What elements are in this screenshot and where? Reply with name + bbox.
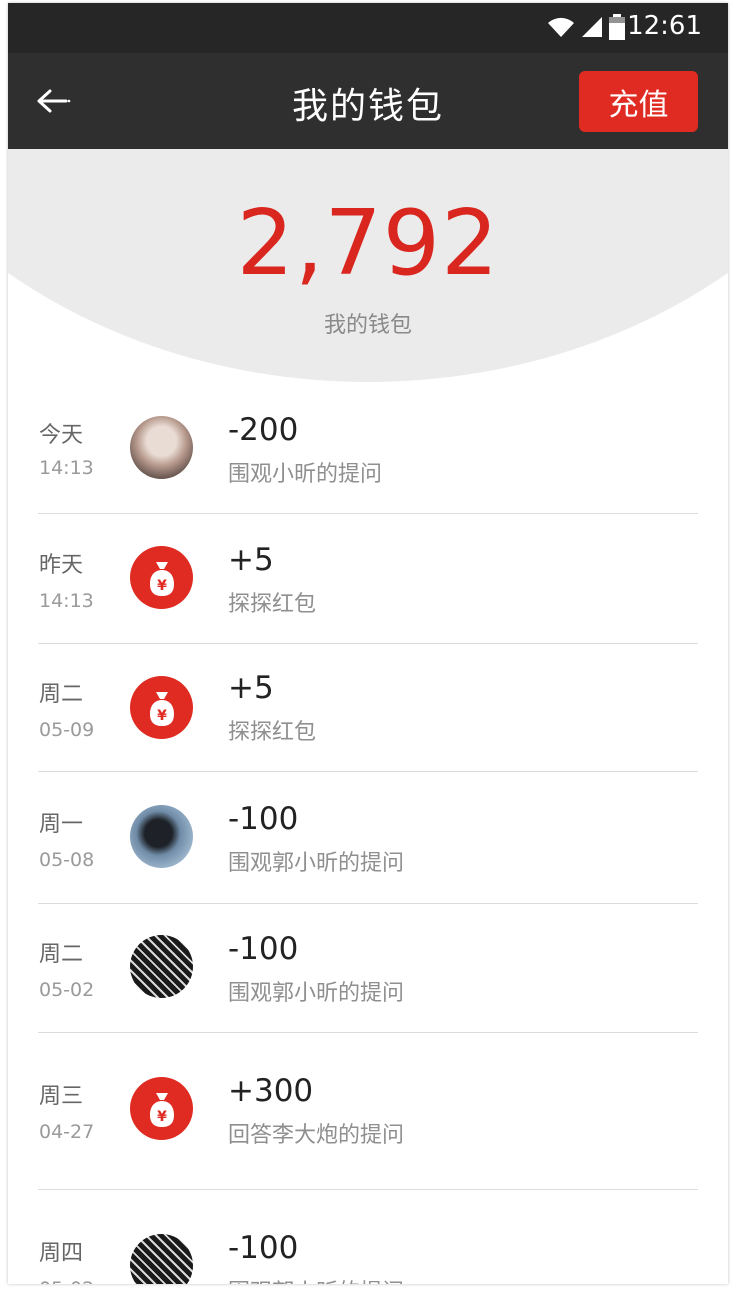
transaction-time: 05-02	[39, 1278, 94, 1284]
nav-bar: 我的钱包 充值	[8, 53, 728, 149]
transaction-time: 14:13	[39, 457, 94, 479]
status-time: 12:61	[627, 11, 702, 41]
wifi-icon	[548, 17, 574, 37]
transaction-row[interactable]: 周二 05-09 ¥ +5 探探红包	[8, 644, 728, 772]
user-photo-icon	[130, 805, 193, 868]
svg-text:¥: ¥	[157, 578, 167, 594]
transaction-time: 05-02	[39, 979, 95, 1001]
transaction-row[interactable]: 今天 14:13 -200 围观小昕的提问	[8, 384, 728, 514]
user-photo-icon	[130, 935, 193, 998]
balance-amount: 2,792	[236, 191, 500, 296]
transaction-row[interactable]: 周一 05-08 -100 围观郭小昕的提问	[8, 772, 728, 904]
red-envelope-icon: ¥	[130, 1077, 193, 1140]
transaction-day: 今天	[39, 423, 84, 448]
signal-icon	[582, 17, 602, 37]
transaction-day: 周一	[39, 812, 84, 837]
red-envelope-icon: ¥	[130, 546, 193, 609]
transaction-description: 探探红包	[228, 592, 317, 617]
transaction-time: 05-09	[39, 719, 95, 741]
transaction-description: 围观郭小昕的提问	[228, 1274, 404, 1284]
transaction-description: 围观郭小昕的提问	[228, 851, 405, 876]
status-icons	[546, 13, 626, 41]
transaction-amount: -200	[228, 412, 299, 448]
transaction-day: 周二	[39, 682, 84, 707]
transaction-amount: -100	[228, 1230, 299, 1266]
transaction-time: 14:13	[39, 590, 94, 612]
transaction-amount: -100	[228, 801, 299, 837]
battery-icon	[609, 14, 625, 40]
transaction-amount: +5	[228, 542, 274, 578]
red-envelope-icon: ¥	[130, 676, 193, 739]
transaction-list: 今天 14:13 -200 围观小昕的提问 昨天 14:13 ¥ +5 探探红包…	[8, 384, 728, 1284]
transaction-amount: +5	[228, 670, 274, 706]
recharge-button[interactable]: 充值	[579, 71, 698, 132]
transaction-row[interactable]: 周四 05-02 -100 围观郭小昕的提问	[8, 1190, 728, 1284]
transaction-day: 周二	[39, 942, 84, 967]
transaction-description: 围观郭小昕的提问	[228, 981, 405, 1006]
balance-header: 2,792 我的钱包	[8, 149, 728, 384]
transaction-day: 周三	[39, 1084, 84, 1109]
transaction-description: 探探红包	[228, 720, 317, 745]
transaction-time: 04-27	[39, 1121, 95, 1143]
user-photo-icon	[130, 416, 193, 479]
transaction-description: 回答李大炮的提问	[228, 1123, 405, 1148]
transaction-amount: +300	[228, 1073, 314, 1109]
transaction-amount: -100	[228, 931, 299, 967]
app-screen: 12:61 我的钱包 充值 2,792 我的钱包 今天 14:13 -200 围…	[8, 3, 728, 1284]
transaction-day: 周四	[39, 1241, 84, 1266]
transaction-time: 05-08	[39, 849, 95, 871]
status-bar: 12:61	[8, 3, 728, 53]
transaction-row[interactable]: 周三 04-27 ¥ +300 回答李大炮的提问	[8, 1033, 728, 1190]
svg-text:¥: ¥	[157, 1109, 167, 1125]
svg-text:¥: ¥	[157, 708, 167, 724]
transaction-row[interactable]: 昨天 14:13 ¥ +5 探探红包	[8, 514, 728, 644]
transaction-description: 围观小昕的提问	[228, 462, 383, 487]
balance-label: 我的钱包	[323, 313, 412, 338]
transaction-day: 昨天	[39, 553, 84, 578]
transaction-row[interactable]: 周二 05-02 -100 围观郭小昕的提问	[8, 904, 728, 1033]
user-photo-icon	[130, 1234, 193, 1284]
